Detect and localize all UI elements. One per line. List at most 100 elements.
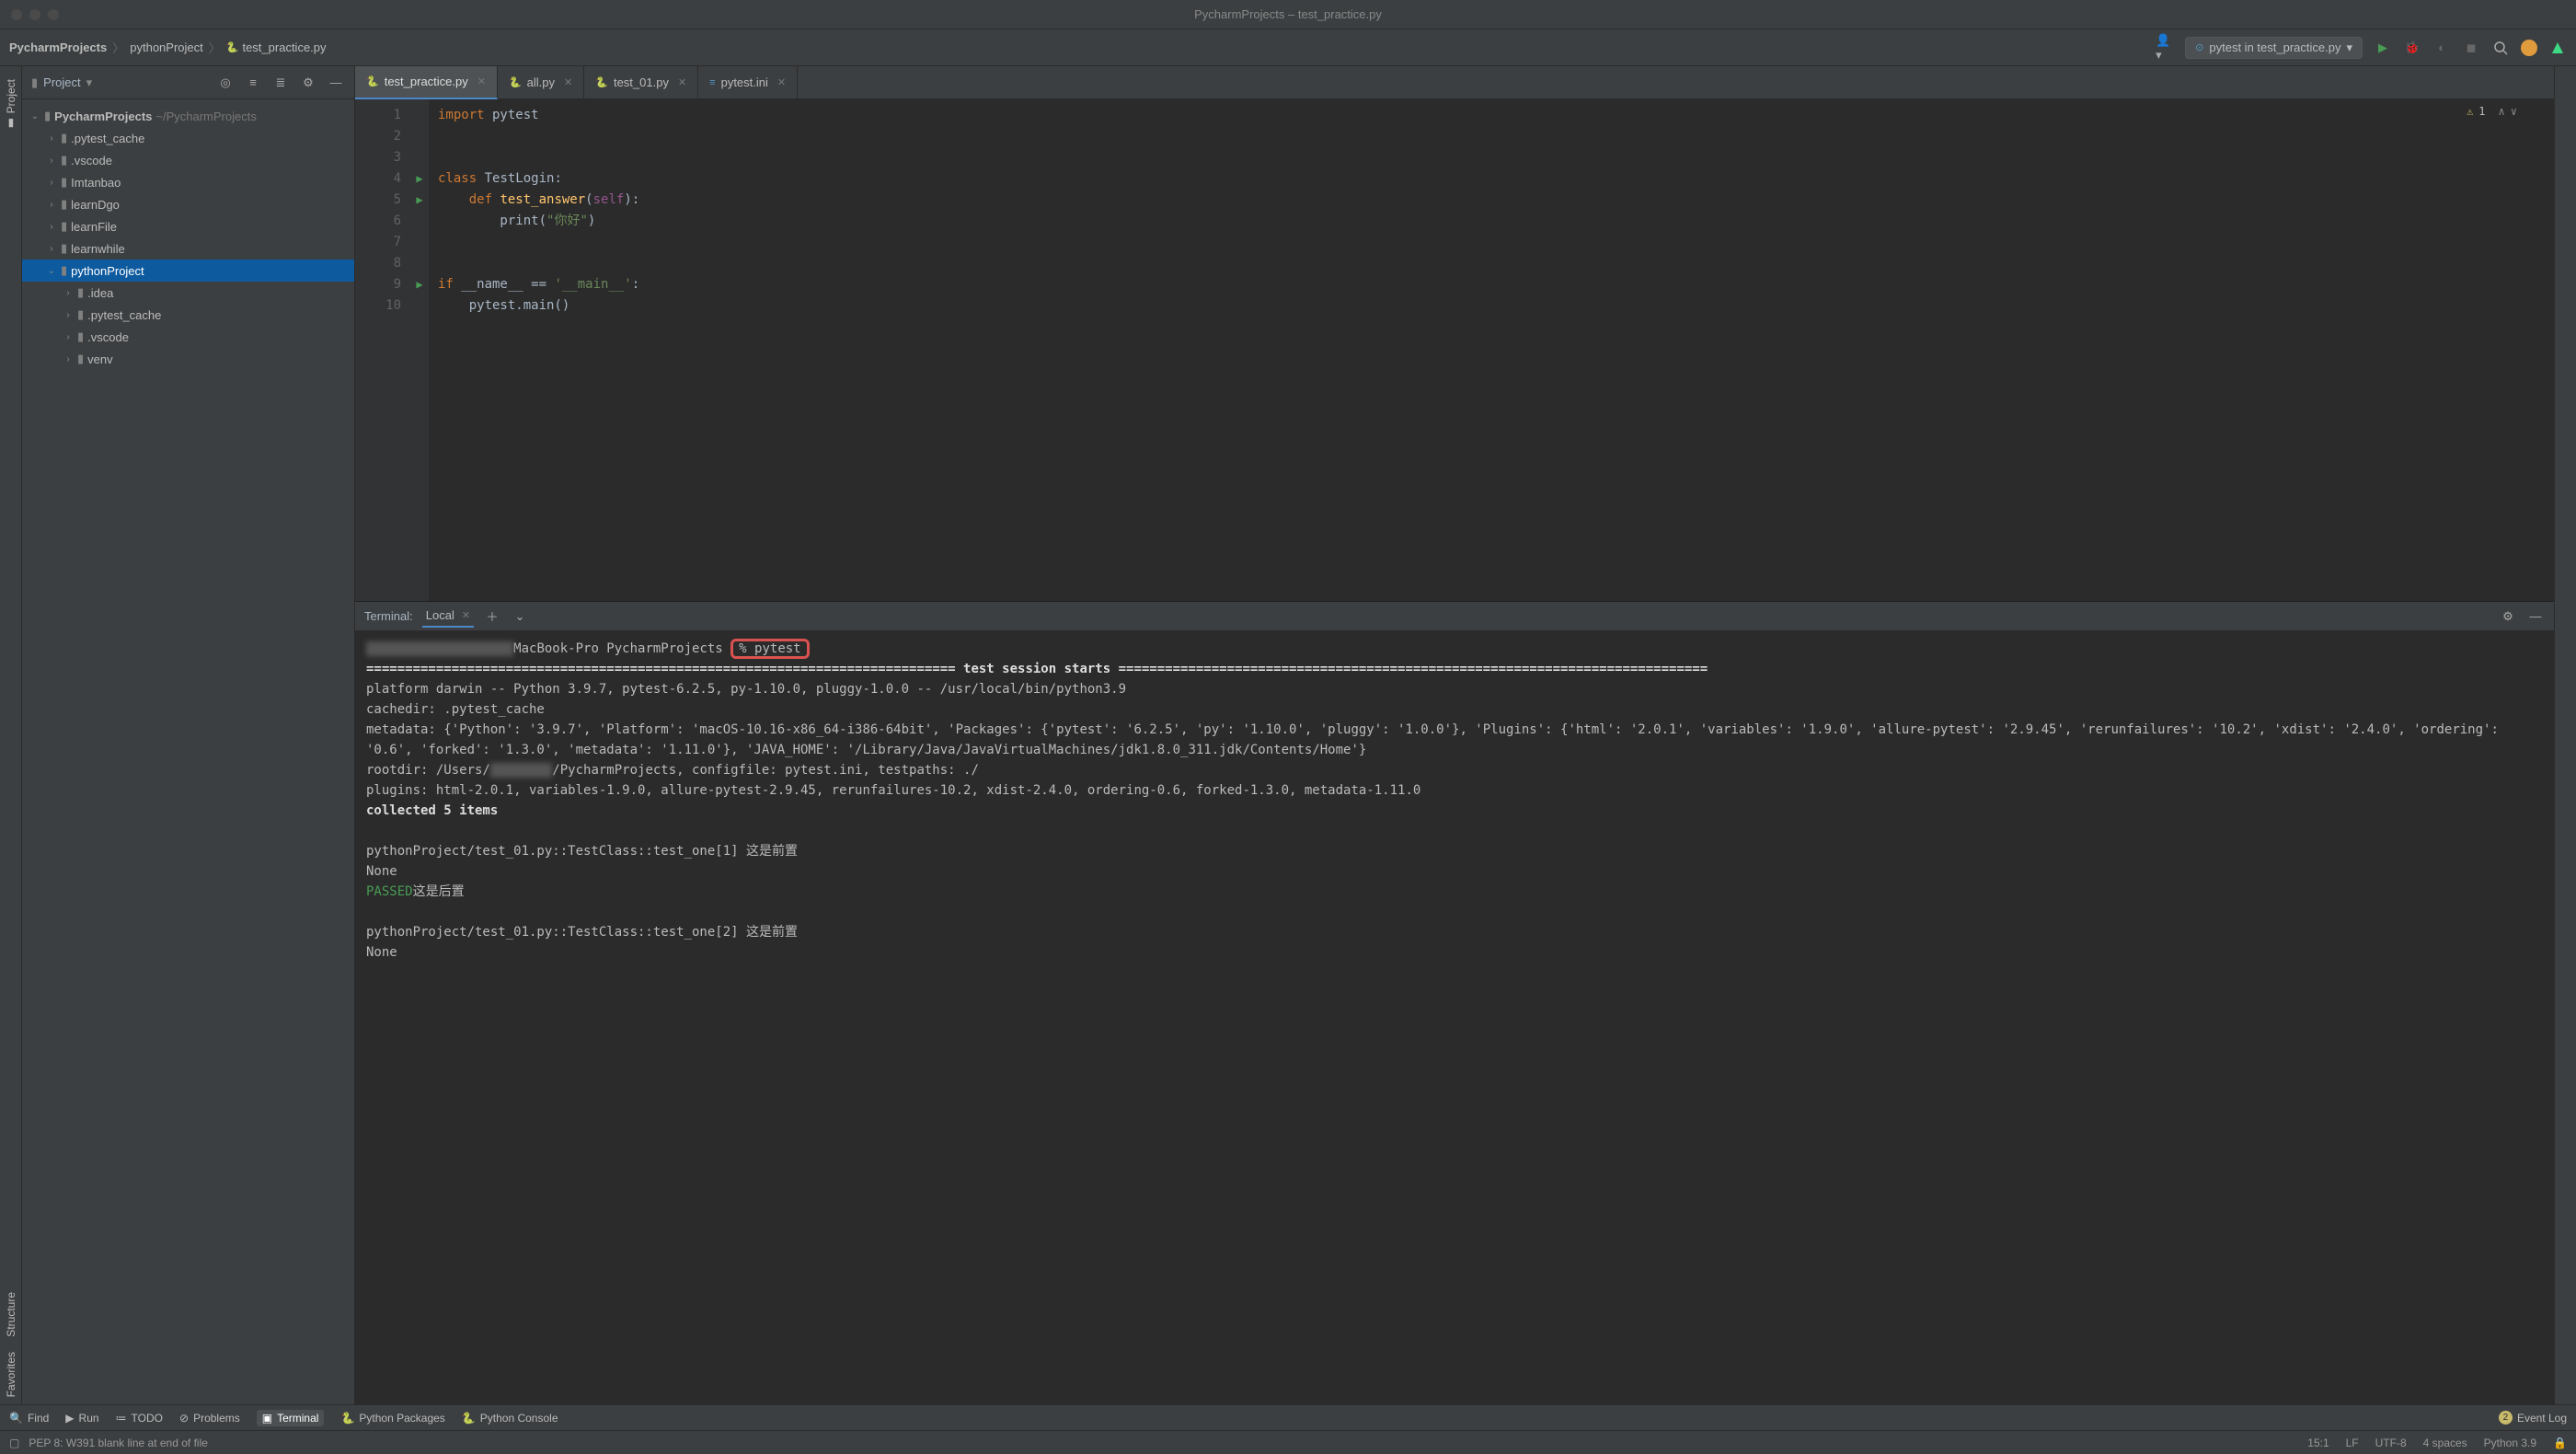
add-terminal-icon[interactable]: ＋ (483, 607, 501, 626)
terminal-tab-local[interactable]: Local ✕ (422, 605, 474, 628)
collapse-all-icon[interactable]: ≣ (271, 74, 290, 92)
lock-icon[interactable]: 🔒 (2553, 1437, 2567, 1449)
console-tool-button[interactable]: 🐍 Python Console (462, 1412, 558, 1425)
tree-arrow-icon[interactable]: › (63, 332, 74, 342)
chevron-down-icon[interactable]: ∨ (2511, 105, 2517, 118)
structure-tool-tab[interactable]: Structure (3, 1285, 19, 1344)
breadcrumb-file-label: test_practice.py (242, 40, 326, 54)
tree-arrow-icon[interactable]: › (46, 178, 57, 188)
minimize-window-button[interactable] (29, 9, 40, 20)
cursor-position[interactable]: 15:1 (2307, 1437, 2329, 1449)
editor-tab[interactable]: 🐍all.py✕ (498, 66, 584, 99)
terminal-tool-button[interactable]: ▣ Terminal (257, 1410, 325, 1426)
run-marker-icon[interactable]: ▶ (410, 190, 429, 211)
python-interpreter[interactable]: Python 3.9 (2484, 1437, 2536, 1449)
tree-arrow-icon[interactable]: › (63, 354, 74, 364)
chevron-down-icon[interactable]: ⌄ (29, 111, 40, 121)
breadcrumb-file[interactable]: 🐍 test_practice.py (226, 40, 327, 54)
project-tree[interactable]: ⌄ ▮ PycharmProjects ~/PycharmProjects ›▮… (22, 99, 354, 375)
run-marker-icon[interactable]: ▶ (410, 168, 429, 190)
tree-arrow-icon[interactable]: › (46, 244, 57, 254)
find-tool-button[interactable]: 🔍 Find (9, 1412, 49, 1425)
expand-all-icon[interactable]: ≡ (244, 74, 262, 92)
project-panel: ▮ Project ▾ ◎ ≡ ≣ ⚙ — ⌄ ▮ PycharmProject… (22, 66, 355, 1404)
folder-icon: ▮ (77, 285, 84, 300)
tree-arrow-icon[interactable]: › (63, 288, 74, 298)
close-icon[interactable]: ✕ (564, 76, 572, 88)
terminal-tab-label: Local (426, 608, 454, 622)
problems-tool-button[interactable]: ⊘ Problems (179, 1412, 240, 1425)
find-label: Find (28, 1412, 49, 1425)
debug-button-icon[interactable]: 🐞 (2403, 39, 2421, 57)
editor-tab[interactable]: 🐍test_practice.py✕ (355, 66, 498, 99)
chevron-down-icon[interactable]: ▾ (86, 75, 93, 90)
minimize-panel-icon[interactable]: — (327, 74, 345, 92)
tree-item[interactable]: ›▮venv (22, 348, 354, 370)
stop-icon[interactable]: ◼ (2462, 39, 2480, 57)
tree-arrow-icon[interactable]: › (46, 156, 57, 166)
code-editor[interactable]: 12345678910 ▶ ▶ ▶ import pytest class Te… (355, 99, 2554, 601)
line-number: 4 (355, 168, 401, 190)
search-icon[interactable] (2491, 39, 2510, 57)
indent-setting[interactable]: 4 spaces (2423, 1437, 2467, 1449)
close-icon[interactable]: ✕ (777, 76, 786, 88)
run-marker-icon[interactable]: ▶ (410, 274, 429, 295)
problems-label: Problems (193, 1412, 240, 1425)
tree-arrow-icon[interactable]: › (63, 310, 74, 320)
line-number: 8 (355, 253, 401, 274)
target-icon[interactable]: ◎ (216, 74, 235, 92)
navigation-bar: PycharmProjects 〉 pythonProject 〉 🐍 test… (0, 29, 2576, 66)
tree-item[interactable]: ›▮.pytest_cache (22, 304, 354, 326)
tree-item[interactable]: ›▮.pytest_cache (22, 127, 354, 149)
favorites-tool-tab[interactable]: Favorites (3, 1344, 19, 1404)
event-log-button[interactable]: 2 Event Log (2499, 1411, 2567, 1425)
problems-indicator[interactable]: ⚠ 1 ∧ ∨ (2467, 105, 2517, 118)
tree-item[interactable]: ›▮learnDgo (22, 193, 354, 215)
terminal-output[interactable]: xxxxxxxxxxxxxxxxxxxMacBook-Pro PycharmPr… (355, 631, 2554, 1404)
tree-arrow-icon[interactable]: › (46, 133, 57, 144)
gear-icon[interactable]: ⚙ (299, 74, 317, 92)
folder-icon: ▮ (31, 75, 38, 90)
tree-item[interactable]: ›▮.vscode (22, 326, 354, 348)
tree-root[interactable]: ⌄ ▮ PycharmProjects ~/PycharmProjects (22, 105, 354, 127)
close-icon[interactable]: ✕ (477, 75, 486, 87)
tree-item-label: .vscode (87, 330, 129, 344)
tree-item[interactable]: ›▮learnFile (22, 215, 354, 237)
tree-item[interactable]: ›▮Imtanbao (22, 171, 354, 193)
tree-item[interactable]: ›▮.vscode (22, 149, 354, 171)
gear-icon[interactable]: ⚙ (2499, 607, 2517, 626)
chevron-up-icon[interactable]: ∧ (2499, 105, 2505, 118)
run-tool-button[interactable]: ▶ Run (65, 1412, 98, 1425)
editor-tab[interactable]: ≡pytest.ini✕ (698, 66, 798, 99)
tree-item[interactable]: ⌄▮pythonProject (22, 260, 354, 282)
chevron-down-icon[interactable]: ⌄ (511, 607, 529, 626)
tree-item[interactable]: ›▮learnwhile (22, 237, 354, 260)
code-with-me-icon[interactable] (2548, 39, 2567, 57)
maximize-window-button[interactable] (48, 9, 59, 20)
breadcrumb-project[interactable]: pythonProject (130, 40, 203, 54)
close-icon[interactable]: ✕ (462, 609, 470, 621)
tree-arrow-icon[interactable]: › (46, 200, 57, 210)
breadcrumb-root[interactable]: PycharmProjects (9, 40, 107, 54)
todo-tool-button[interactable]: ≔ TODO (116, 1412, 163, 1425)
close-icon[interactable]: ✕ (678, 76, 686, 88)
minimize-panel-icon[interactable]: — (2526, 607, 2545, 626)
folder-icon: ▮ (61, 131, 67, 145)
coverage-icon[interactable]: ◐ (2432, 39, 2451, 57)
run-button-icon[interactable]: ▶ (2374, 39, 2392, 57)
tree-item[interactable]: ›▮.idea (22, 282, 354, 304)
tool-window-icon[interactable]: ▢ (9, 1437, 19, 1449)
packages-tool-button[interactable]: 🐍 Python Packages (340, 1412, 444, 1425)
close-window-button[interactable] (11, 9, 22, 20)
run-configuration-select[interactable]: ⊙ pytest in test_practice.py ▾ (2185, 37, 2363, 59)
line-separator[interactable]: LF (2346, 1437, 2359, 1449)
project-tool-tab[interactable]: ▮ Project (3, 72, 19, 137)
editor-tab[interactable]: 🐍test_01.py✕ (584, 66, 698, 99)
avatar-icon[interactable] (2521, 40, 2537, 56)
code-content[interactable]: import pytest class TestLogin: def test_… (429, 99, 2554, 601)
add-user-icon[interactable]: 👤▾ (2156, 39, 2174, 57)
folder-icon: ▮ (61, 153, 67, 167)
tree-arrow-icon[interactable]: › (46, 222, 57, 232)
file-encoding[interactable]: UTF-8 (2375, 1437, 2407, 1449)
tree-arrow-icon[interactable]: ⌄ (46, 266, 57, 276)
